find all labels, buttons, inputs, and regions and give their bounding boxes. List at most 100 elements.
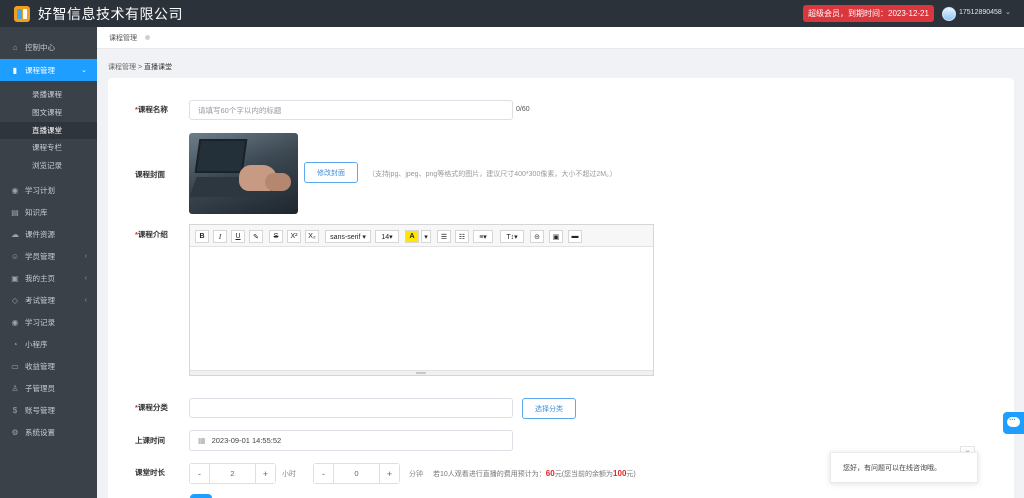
- sidebar-item-label: 学习记录: [25, 317, 55, 327]
- numbered-list-button[interactable]: ☷: [455, 230, 469, 243]
- calendar-icon: ▦: [198, 436, 206, 445]
- rich-text-editor[interactable]: B I U ✎ S X² X₂ sans-serif ▾ 14▾ A ▾ ☰ ☷…: [189, 224, 654, 376]
- sidebar-item-records[interactable]: ◉ 学习记录: [0, 311, 97, 333]
- course-name-input[interactable]: 请填写60个字以内的标题: [189, 100, 513, 120]
- align-select[interactable]: ≡▾: [473, 230, 493, 243]
- sidebar-item-label: 课程管理: [25, 65, 55, 75]
- subscript-button[interactable]: X₂: [305, 230, 319, 243]
- sidebar-item-homepage[interactable]: ▣ 我的主页 ‹: [0, 267, 97, 289]
- tab-bar: 课程管理: [97, 27, 1024, 49]
- sidebar-item-miniapp[interactable]: ◔ 小程序: [0, 333, 97, 355]
- book-icon: ▮: [12, 65, 18, 75]
- tab-close-dot[interactable]: [145, 35, 150, 40]
- clear-format-button[interactable]: ✎: [249, 230, 263, 243]
- course-intro-label: *课程介绍: [135, 230, 168, 239]
- sub-item-history[interactable]: 浏览记录: [0, 157, 97, 174]
- tab-courses[interactable]: 课程管理: [109, 33, 137, 43]
- sidebar-item-label: 课件资源: [25, 229, 55, 239]
- sidebar-item-students[interactable]: ☺ 学员管理 ‹: [0, 245, 97, 267]
- strikethrough-button[interactable]: S: [269, 230, 283, 243]
- sidebar-item-label: 控制中心: [25, 42, 55, 52]
- vip-badge[interactable]: 超级会员，到期时间：2023-12-21: [803, 5, 934, 22]
- class-time-input[interactable]: ▦ 2023-09-01 14:55:52: [189, 430, 513, 451]
- hours-increment-button[interactable]: +: [256, 464, 275, 483]
- sidebar-item-dashboard[interactable]: ⌂ 控制中心: [0, 36, 97, 58]
- minutes-value[interactable]: 0: [333, 464, 380, 483]
- sidebar-item-label: 账号管理: [25, 405, 55, 415]
- underline-button[interactable]: U: [231, 230, 245, 243]
- dollar-icon: $: [12, 405, 18, 415]
- italic-button[interactable]: I: [213, 230, 227, 243]
- sidebar-item-account[interactable]: $ 账号管理: [0, 399, 97, 421]
- chevron-left-icon: ‹: [84, 274, 87, 282]
- cover-hint: （支持jpg、jpeg、png等格式的图片，建议尺寸400*300像素，大小不超…: [368, 171, 617, 178]
- balance-value: 100: [613, 469, 627, 478]
- sidebar-item-courses[interactable]: ▮ 课程管理 ⌄: [0, 59, 97, 81]
- user-icon: ♙: [11, 383, 19, 393]
- sub-item-recorded[interactable]: 录播课程: [0, 86, 97, 103]
- sub-item-live[interactable]: 直播课堂: [0, 122, 97, 139]
- cover-image: [189, 133, 298, 214]
- cost-estimate-note: 若10人观看进行直播的费用预计为：60元(您当前的余额为100元): [433, 469, 636, 478]
- card-icon: ▭: [11, 361, 19, 371]
- heading-select[interactable]: T↕▾: [500, 230, 524, 243]
- hours-unit: 小时: [282, 471, 296, 478]
- users-icon: ☺: [10, 251, 20, 261]
- font-size-select[interactable]: 14▾: [375, 230, 399, 243]
- hours-decrement-button[interactable]: -: [190, 464, 209, 483]
- breadcrumb-current: 直播课堂: [144, 64, 172, 71]
- chat-icon[interactable]: [1003, 412, 1024, 434]
- bold-button[interactable]: B: [195, 230, 209, 243]
- image-button[interactable]: ▣: [549, 230, 563, 243]
- video-button[interactable]: ▬: [568, 230, 582, 243]
- sidebar: ⌂ 控制中心 ▮ 课程管理 ⌄ 录播课程 图文课程 直播课堂 课程专栏 浏览记录…: [0, 27, 97, 498]
- breadcrumb-parent[interactable]: 课程管理: [108, 64, 136, 71]
- sidebar-item-resources[interactable]: ☁ 课件资源: [0, 223, 97, 245]
- brand-title: 好智信息技术有限公司: [38, 5, 183, 22]
- sub-item-graphic[interactable]: 图文课程: [0, 104, 97, 121]
- category-input[interactable]: [189, 398, 513, 418]
- sidebar-item-knowledge[interactable]: ▤ 知识库: [0, 201, 97, 223]
- breadcrumb: 课程管理 > 直播课堂: [108, 62, 172, 72]
- eye-icon: ◉: [11, 317, 19, 327]
- editor-resize-handle[interactable]: [190, 370, 653, 375]
- hours-stepper[interactable]: - 2 +: [189, 463, 276, 484]
- chevron-left-icon: ‹: [84, 252, 87, 260]
- text-color-caret[interactable]: ▾: [421, 230, 431, 243]
- text-color-button[interactable]: A: [405, 230, 419, 243]
- link-button[interactable]: ⊝: [530, 230, 544, 243]
- sidebar-item-label: 系统设置: [25, 427, 55, 437]
- bullet-list-button[interactable]: ☰: [437, 230, 451, 243]
- homepage-icon: ▣: [11, 273, 19, 283]
- course-category-label: *课程分类: [135, 403, 168, 412]
- course-name-label: *课程名称: [135, 105, 168, 114]
- sidebar-item-plan[interactable]: ◉ 学习计划: [0, 179, 97, 201]
- sidebar-item-label: 学员管理: [25, 251, 55, 261]
- breadcrumb-sep: >: [137, 64, 143, 71]
- sidebar-item-subadmin[interactable]: ♙ 子管理员: [0, 377, 97, 399]
- minutes-increment-button[interactable]: +: [380, 464, 399, 483]
- font-family-select[interactable]: sans-serif ▾: [325, 230, 371, 243]
- avatar[interactable]: [942, 7, 956, 21]
- change-cover-button[interactable]: 修改封面: [304, 162, 358, 183]
- superscript-button[interactable]: X²: [287, 230, 301, 243]
- minutes-decrement-button[interactable]: -: [314, 464, 333, 483]
- user-phone[interactable]: 17512890458: [959, 9, 1002, 16]
- chat-popup-message[interactable]: 您好，有问题可以在线咨询哦。: [830, 452, 978, 483]
- select-category-button[interactable]: 选择分类: [522, 398, 576, 419]
- chevron-down-icon: ⌄: [81, 67, 87, 74]
- sidebar-item-exams[interactable]: ◇ 考试管理 ‹: [0, 289, 97, 311]
- toggle-switch[interactable]: [190, 494, 212, 498]
- sub-item-column[interactable]: 课程专栏: [0, 139, 97, 156]
- sidebar-item-revenue[interactable]: ▭ 收益管理: [0, 355, 97, 377]
- sidebar-item-settings[interactable]: ⚙ 系统设置: [0, 421, 97, 443]
- class-time-label: 上课时间: [135, 436, 165, 445]
- cloud-icon: ☁: [11, 229, 19, 239]
- minutes-stepper[interactable]: - 0 +: [313, 463, 400, 484]
- chevron-down-icon[interactable]: ⌄: [1005, 8, 1011, 16]
- class-time-value: 2023-09-01 14:55:52: [211, 436, 282, 445]
- hours-value[interactable]: 2: [209, 464, 256, 483]
- course-cover-label: 课程封面: [135, 170, 165, 179]
- sidebar-item-label: 子管理员: [25, 383, 55, 393]
- sidebar-item-label: 小程序: [25, 339, 48, 349]
